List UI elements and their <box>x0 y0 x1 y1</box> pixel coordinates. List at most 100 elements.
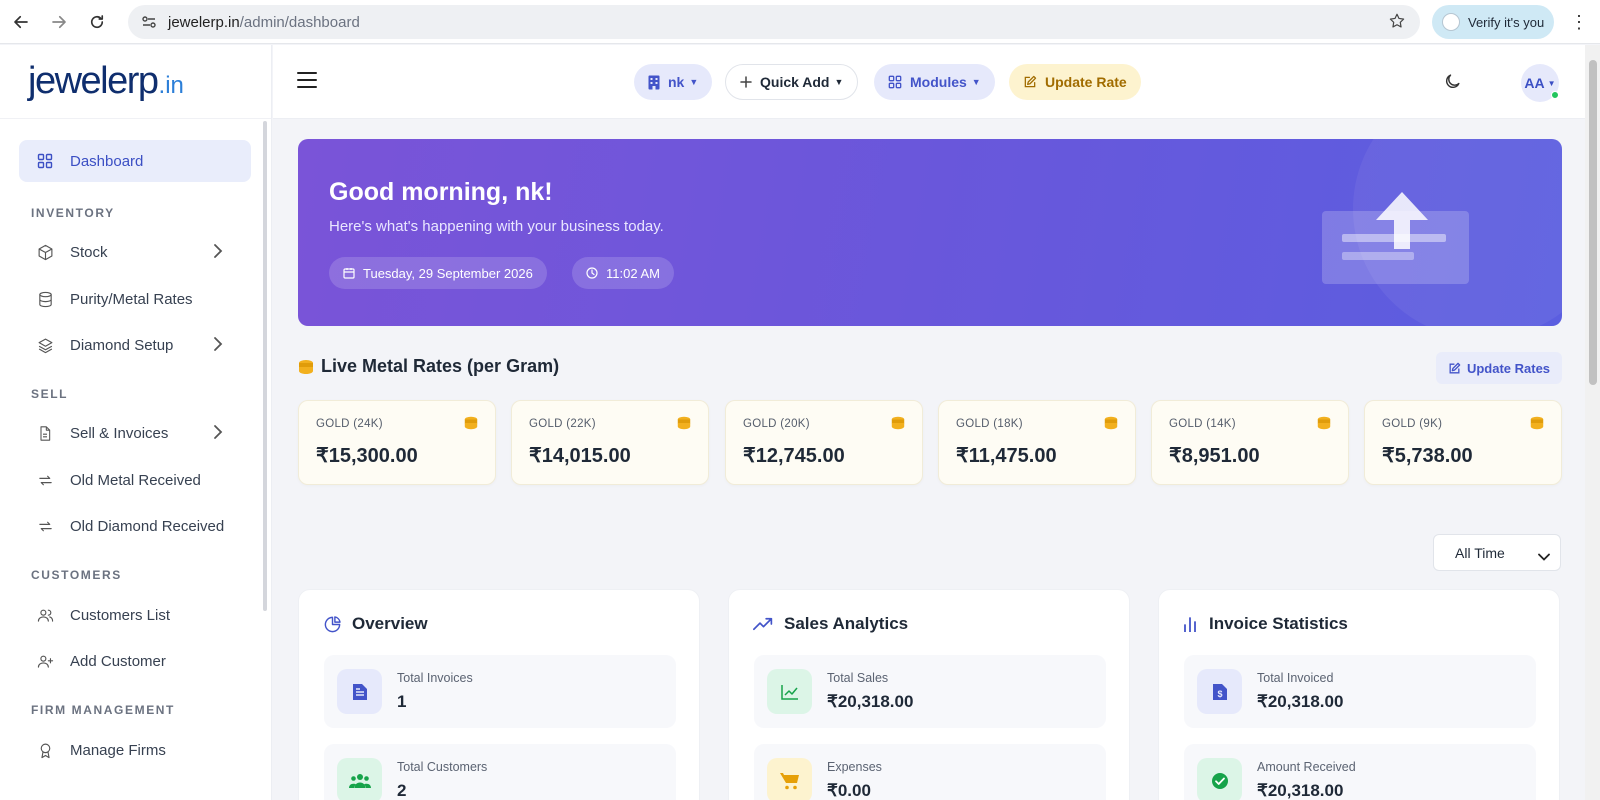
page-scrollbar-thumb[interactable] <box>1589 60 1597 385</box>
stat-value: ₹20,318.00 <box>1257 781 1344 800</box>
rate-card-gold-14k: GOLD (14K) ₹8,951.00 <box>1151 400 1349 485</box>
rate-label: GOLD (18K) <box>956 418 1023 430</box>
sidebar-item-label: Old Diamond Received <box>70 517 225 535</box>
users-group-icon <box>337 758 382 800</box>
stat-label: Total Customers <box>397 760 488 774</box>
section-firm-management: FIRM MANAGEMENT <box>31 703 175 717</box>
update-rates-label: Update Rates <box>1466 360 1551 376</box>
rate-value: ₹12,745.00 <box>743 445 845 467</box>
rate-card-gold-9k: GOLD (9K) ₹5,738.00 <box>1364 400 1562 485</box>
coins-icon <box>676 415 692 436</box>
clock-icon <box>586 267 598 279</box>
modules-label: Modules <box>910 74 967 90</box>
sidebar-item-label: Sell & Invoices <box>70 424 169 442</box>
rate-value: ₹5,738.00 <box>1382 445 1473 467</box>
sidebar-item-diamond-setup[interactable]: Diamond Setup <box>19 324 251 366</box>
site-settings-icon[interactable] <box>140 13 158 31</box>
live-metal-rates-label: Live Metal Rates (per Gram) <box>321 356 560 376</box>
building-icon <box>648 75 660 90</box>
repeat-icon <box>35 516 55 536</box>
top-navbar: nk ▼ Quick Add ▼ Modules ▼ Update Rate A… <box>273 45 1585 119</box>
panel-title-label: Sales Analytics <box>784 614 909 633</box>
rate-value: ₹11,475.00 <box>956 445 1057 467</box>
greeting-subtitle: Here's what's happening with your busine… <box>329 218 664 235</box>
repeat-icon <box>35 470 55 490</box>
user-avatar-button[interactable]: AA ▼ <box>1521 64 1559 102</box>
stat-value: ₹20,318.00 <box>1257 692 1344 711</box>
date-chip: Tuesday, 29 September 2026 <box>329 257 547 289</box>
url-domain: jewelerp.in <box>168 13 240 31</box>
sidebar-item-old-metal-received[interactable]: Old Metal Received <box>19 459 251 501</box>
sidebar-item-stock[interactable]: Stock <box>19 231 251 273</box>
address-bar[interactable]: jewelerp.in/admin/dashboard <box>128 5 1420 39</box>
forward-icon[interactable] <box>44 7 74 37</box>
caret-down-icon: ▼ <box>834 77 844 87</box>
bookmark-star-icon[interactable] <box>1388 12 1406 34</box>
panel-title-label: Invoice Statistics <box>1209 614 1348 633</box>
hamburger-menu-icon[interactable] <box>297 71 317 94</box>
rate-label: GOLD (22K) <box>529 418 596 430</box>
sidebar-scrollbar[interactable] <box>263 121 267 611</box>
rate-card-gold-24k: GOLD (24K) ₹15,300.00 <box>298 400 496 485</box>
plus-icon <box>740 76 752 88</box>
sidebar-item-label: Dashboard <box>70 152 144 170</box>
sidebar-item-manage-firms[interactable]: Manage Firms <box>19 729 251 771</box>
update-rates-button[interactable]: Update Rates <box>1436 352 1562 384</box>
trending-up-icon <box>753 617 774 631</box>
browser-menu-icon[interactable]: ⋮ <box>1570 12 1588 33</box>
sidebar-item-label: Purity/Metal Rates <box>70 290 193 308</box>
sidebar-item-sell-invoices[interactable]: Sell & Invoices <box>19 412 251 454</box>
award-icon <box>35 740 55 760</box>
edit-icon <box>1023 75 1037 89</box>
sidebar-item-purity-metal-rates[interactable]: Purity/Metal Rates <box>19 278 251 320</box>
avatar-initials: AA <box>1524 75 1545 91</box>
firm-switcher-button[interactable]: nk ▼ <box>634 64 713 100</box>
database-icon <box>35 289 55 309</box>
cart-icon <box>767 758 812 800</box>
reload-icon[interactable] <box>82 7 112 37</box>
chevron-right-icon <box>213 424 223 444</box>
coins-icon <box>1529 415 1545 436</box>
rate-value: ₹14,015.00 <box>529 445 631 467</box>
stat-value: 1 <box>397 692 407 711</box>
date-label: Tuesday, 29 September 2026 <box>363 265 533 281</box>
verify-label: Verify it's you <box>1468 14 1545 30</box>
caret-down-icon: ▼ <box>689 77 699 87</box>
rate-label: GOLD (14K) <box>1169 418 1236 430</box>
online-status-dot <box>1551 91 1559 99</box>
sidebar-item-dashboard[interactable]: Dashboard <box>19 140 251 182</box>
stat-total-invoices: Total Invoices 1 <box>324 655 676 728</box>
sidebar-item-label: Manage Firms <box>70 741 166 759</box>
sidebar: jewelerp .in Dashboard INVENTORY Stock Pu… <box>0 45 272 800</box>
caret-down-icon: ▼ <box>1547 78 1556 88</box>
sidebar-item-customers-list[interactable]: Customers List <box>19 594 251 636</box>
panel-title-label: Overview <box>352 614 428 633</box>
period-select[interactable]: All Time <box>1433 534 1561 571</box>
panel-title: Sales Analytics <box>753 614 908 634</box>
dark-mode-toggle-icon[interactable] <box>1443 72 1462 96</box>
quick-add-button[interactable]: Quick Add ▼ <box>725 64 859 100</box>
check-circle-icon <box>1197 758 1242 800</box>
chevron-right-icon <box>213 243 223 263</box>
back-icon[interactable] <box>6 7 36 37</box>
verify-profile-button[interactable]: Verify it's you <box>1432 5 1554 39</box>
stat-label: Amount Received <box>1257 760 1356 774</box>
sidebar-item-add-customer[interactable]: Add Customer <box>19 640 251 682</box>
logo[interactable]: jewelerp .in <box>0 45 271 119</box>
time-chip: 11:02 AM <box>572 257 674 289</box>
invoice-statistics-panel: Invoice Statistics $ Total Invoiced ₹20,… <box>1158 589 1560 800</box>
stat-expenses: Expenses ₹0.00 <box>754 744 1106 800</box>
stat-value: 2 <box>397 781 407 800</box>
modules-button[interactable]: Modules ▼ <box>874 64 995 100</box>
caret-down-icon: ▼ <box>971 77 981 87</box>
welcome-banner: Good morning, nk! Here's what's happenin… <box>298 139 1562 326</box>
sidebar-item-old-diamond-received[interactable]: Old Diamond Received <box>19 505 251 547</box>
rate-value: ₹8,951.00 <box>1169 445 1260 467</box>
stat-label: Expenses <box>827 760 882 774</box>
rate-card-gold-20k: GOLD (20K) ₹12,745.00 <box>725 400 923 485</box>
update-rate-button[interactable]: Update Rate <box>1009 64 1141 100</box>
overview-panel: Overview Total Invoices 1 Total Customer… <box>298 589 700 800</box>
sidebar-item-label: Diamond Setup <box>70 336 174 354</box>
edit-icon <box>1448 362 1461 375</box>
invoice-icon <box>337 669 382 714</box>
